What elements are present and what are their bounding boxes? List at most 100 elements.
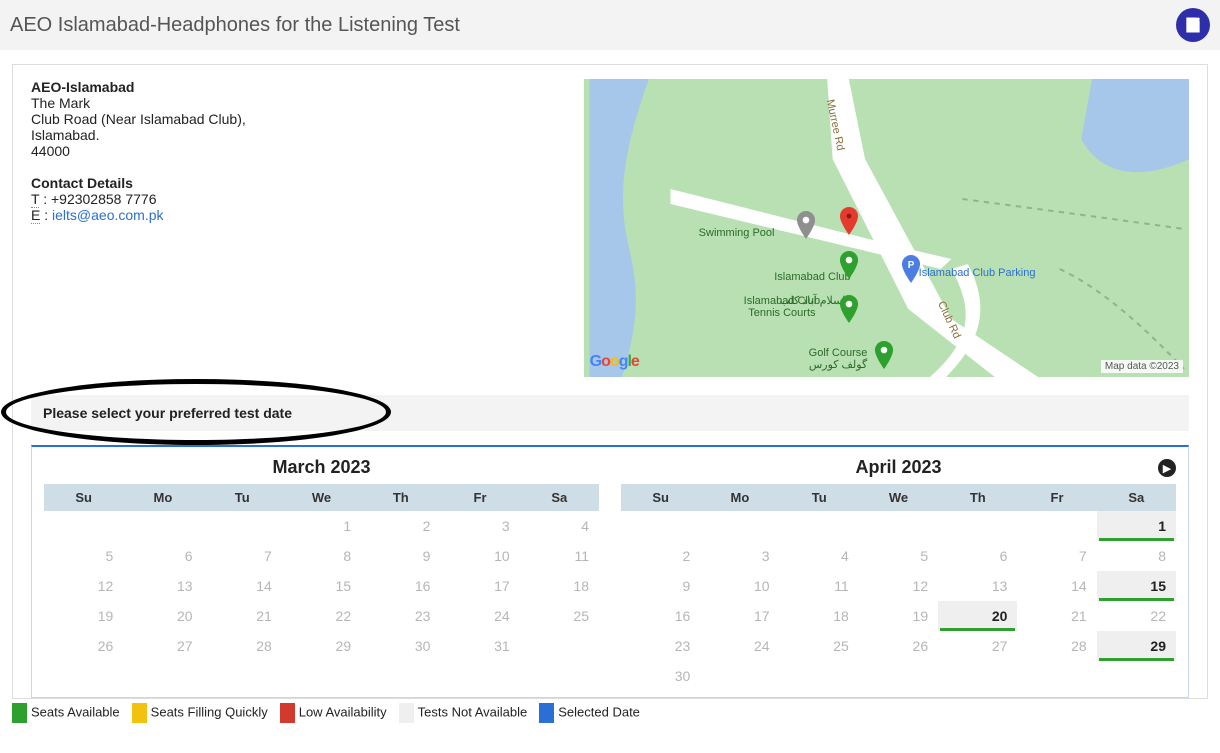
calendar-day	[123, 511, 202, 541]
calendar-day	[1017, 661, 1096, 691]
calendar-day: 24	[440, 601, 519, 631]
calendar-day	[700, 511, 779, 541]
calendar-day: 12	[859, 571, 938, 601]
swatch-blue-icon	[539, 703, 554, 723]
calendar-month-2: ▶ April 2023 SuMoTuWeThFrSa 123456789101…	[621, 457, 1176, 691]
calendar-day	[780, 661, 859, 691]
map[interactable]: Murree Rd Club Rd Swimming Pool Islamaba…	[584, 79, 1189, 377]
calendar-day: 8	[282, 541, 361, 571]
legend-item: Seats Available	[12, 703, 120, 723]
calendar-title: March 2023	[44, 457, 599, 478]
calendar-day: 25	[520, 601, 599, 631]
calendar-day: 27	[123, 631, 202, 661]
calendar-day: 28	[1017, 631, 1096, 661]
calendar-weekday: Mo	[123, 484, 202, 511]
calendar-day: 29	[282, 631, 361, 661]
swatch-grey-icon	[399, 703, 414, 723]
calendar-day: 14	[1017, 571, 1096, 601]
calendar-weekday: Su	[44, 484, 123, 511]
calendar-day	[1017, 511, 1096, 541]
calendar-day[interactable]: 20	[938, 601, 1017, 631]
calendar-day: 3	[440, 511, 519, 541]
calendar-weekday: Su	[621, 484, 700, 511]
calendar-day: 4	[520, 511, 599, 541]
calendar-weekday: Mo	[700, 484, 779, 511]
calendar-weekday: Tu	[780, 484, 859, 511]
calendar-day	[44, 511, 123, 541]
venue-info: AEO-Islamabad The Mark Club Road (Near I…	[31, 79, 564, 377]
calendar-day: 1	[282, 511, 361, 541]
email-row: E : ielts@aeo.com.pk	[31, 207, 564, 223]
calendar-day: 10	[440, 541, 519, 571]
calendar-day: 22	[1097, 601, 1176, 631]
calendar-weekday: We	[282, 484, 361, 511]
calendar-day: 17	[440, 571, 519, 601]
calendar-day	[938, 661, 1017, 691]
next-month-button[interactable]: ▶	[1158, 459, 1176, 477]
calendar-day	[621, 511, 700, 541]
calendar-day	[859, 661, 938, 691]
calendar-day: 19	[859, 601, 938, 631]
calendar-day: 11	[520, 541, 599, 571]
calendar-weekday: We	[859, 484, 938, 511]
calendar-weekday: Sa	[1097, 484, 1176, 511]
venue-address-line: Islamabad.	[31, 127, 564, 143]
legend-item: Selected Date	[539, 703, 640, 723]
map-poi-label: Islamabad Club Parking	[919, 267, 1036, 279]
calendar-day: 14	[203, 571, 282, 601]
calendar-day: 23	[361, 601, 440, 631]
calendar-day: 19	[44, 601, 123, 631]
calendar-day: 5	[44, 541, 123, 571]
venue-address-line: The Mark	[31, 95, 564, 111]
phone-number: +92302858 7776	[51, 191, 157, 207]
email-link[interactable]: ielts@aeo.com.pk	[52, 207, 163, 223]
swatch-yellow-icon	[132, 703, 147, 723]
calendar-day: 26	[44, 631, 123, 661]
calendar-day: 2	[621, 541, 700, 571]
map-pin-red-icon	[839, 207, 859, 235]
calendar-day: 27	[938, 631, 1017, 661]
select-date-bar: Please select your preferred test date	[31, 395, 1189, 431]
calendar-day	[780, 511, 859, 541]
swatch-red-icon	[280, 703, 295, 723]
phone-label: T	[31, 191, 39, 208]
calendar-day: 25	[780, 631, 859, 661]
calendar-day	[700, 661, 779, 691]
swatch-green-icon	[12, 703, 27, 723]
calendar-day: 6	[938, 541, 1017, 571]
legend: Seats Available Seats Filling Quickly Lo…	[12, 703, 1220, 723]
calendar-day	[859, 511, 938, 541]
map-poi-label: Golf Course گولف کورس	[809, 347, 868, 371]
calendar-weekday: Tu	[203, 484, 282, 511]
calendar-day: 2	[361, 511, 440, 541]
calendar-day: 16	[621, 601, 700, 631]
legend-item: Seats Filling Quickly	[132, 703, 268, 723]
calendar-day	[938, 511, 1017, 541]
map-poi-label: Swimming Pool	[699, 227, 775, 239]
calendar-day: 22	[282, 601, 361, 631]
legend-item: Tests Not Available	[399, 703, 528, 723]
email-label: E	[31, 207, 40, 224]
form-icon[interactable]	[1176, 8, 1210, 42]
calendar-day: 17	[700, 601, 779, 631]
calendar-day: 31	[440, 631, 519, 661]
calendar-day: 13	[938, 571, 1017, 601]
calendar-day[interactable]: 1	[1097, 511, 1176, 541]
contact-heading: Contact Details	[31, 175, 564, 191]
venue-postcode: 44000	[31, 143, 564, 159]
calendar-day: 23	[621, 631, 700, 661]
map-credit: Map data ©2023	[1101, 360, 1183, 373]
legend-item: Low Availability	[280, 703, 387, 723]
calendar-day: 5	[859, 541, 938, 571]
calendar-day[interactable]: 29	[1097, 631, 1176, 661]
calendar-day: 3	[700, 541, 779, 571]
calendar-day: 7	[1017, 541, 1096, 571]
map-pin-green-icon	[839, 295, 859, 323]
calendar-weekday: Th	[361, 484, 440, 511]
calendar-day[interactable]: 15	[1097, 571, 1176, 601]
phone-row: T : +92302858 7776	[31, 191, 564, 207]
map-pin-green-icon	[839, 251, 859, 279]
calendar-day	[203, 511, 282, 541]
calendar-day: 26	[859, 631, 938, 661]
calendar-day: 16	[361, 571, 440, 601]
